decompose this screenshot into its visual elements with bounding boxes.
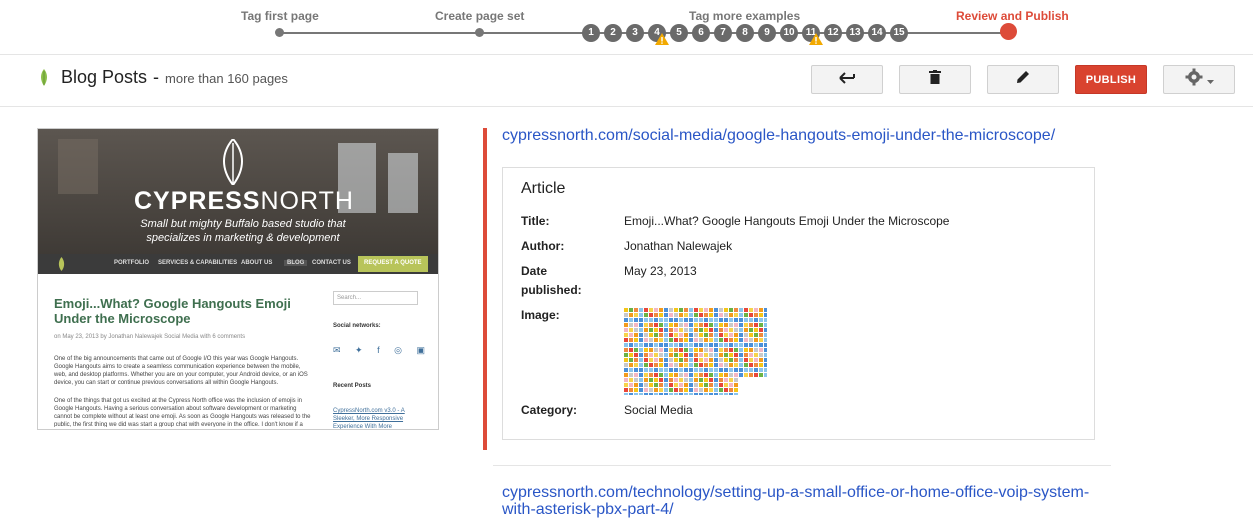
category-value: Social Media xyxy=(624,403,693,417)
edit-button[interactable] xyxy=(987,65,1059,94)
warning-icon xyxy=(809,33,823,47)
selected-indicator xyxy=(483,128,487,450)
result-divider xyxy=(493,465,1111,466)
thumbnail-post-title: Emoji...What? Google Hangouts Emoji Unde… xyxy=(54,296,291,326)
step-tag-first-page[interactable]: Tag first page xyxy=(241,9,319,23)
example-badge-14[interactable]: 14 xyxy=(868,24,886,42)
thumbnail-nav-item: CONTACT US xyxy=(312,260,351,266)
pencil-icon xyxy=(1016,70,1030,89)
thumbnail-tagline: Small but mighty Buffalo based studio th… xyxy=(140,218,346,244)
chevron-down-icon xyxy=(1206,71,1214,89)
emoji-sheet-image xyxy=(624,308,767,395)
step-dot-review-active[interactable] xyxy=(1000,23,1017,40)
example-badge-1[interactable]: 1 xyxy=(582,24,600,42)
result-url-link[interactable]: cypressnorth.com/technology/setting-up-a… xyxy=(502,484,1122,518)
title-separator: - xyxy=(153,67,160,87)
warning-icon xyxy=(655,33,669,47)
date-label: Date published: xyxy=(521,264,582,297)
example-badge-5[interactable]: 5 xyxy=(670,24,688,42)
example-badge-7[interactable]: 7 xyxy=(714,24,732,42)
example-badge-6[interactable]: 6 xyxy=(692,24,710,42)
thumbnail-hero: CYPRESSNORTH Small but mighty Buffalo ba… xyxy=(38,129,438,274)
step-review-and-publish[interactable]: Review and Publish xyxy=(956,9,1069,23)
gear-icon xyxy=(1185,68,1203,91)
page-set-title: Blog Posts - more than 160 pages xyxy=(61,67,288,88)
category-label: Category: xyxy=(521,403,578,417)
thumbnail-nav: PORTFOLIO SERVICES & CAPABILITIES ABOUT … xyxy=(38,254,438,274)
back-button[interactable] xyxy=(811,65,883,94)
wizard-progress: Tag first page Create page set Tag more … xyxy=(0,0,1253,55)
card-type: Article xyxy=(521,180,566,197)
page-set-name: Blog Posts xyxy=(61,67,148,87)
page-thumbnail[interactable]: CYPRESSNORTH Small but mighty Buffalo ba… xyxy=(37,128,439,430)
social-icons: ✉ ✦ f ◎ ▣ xyxy=(333,345,431,355)
thumbnail-social-label: Social networks: xyxy=(333,323,381,329)
page-count: more than 160 pages xyxy=(165,71,288,86)
step-dot-tag-first-page[interactable] xyxy=(275,28,284,37)
thumbnail-brand: CYPRESSNORTH xyxy=(134,187,354,215)
example-badge-10[interactable]: 10 xyxy=(780,24,798,42)
thumbnail-nav-item: SERVICES & CAPABILITIES xyxy=(158,260,238,266)
author-label: Author: xyxy=(521,239,565,253)
thumbnail-quote-button: REQUEST A QUOTE xyxy=(358,256,428,272)
thumbnail-nav-item: ABOUT US xyxy=(241,260,273,266)
thumbnail-post-meta: on May 23, 2013 by Jonathan Nalewajek So… xyxy=(54,334,246,340)
settings-button[interactable] xyxy=(1163,65,1235,94)
thumbnail-paragraph: One of the things that got us excited at… xyxy=(54,398,311,427)
example-badge-9[interactable]: 9 xyxy=(758,24,776,42)
date-value: May 23, 2013 xyxy=(624,264,697,278)
example-badge-2[interactable]: 2 xyxy=(604,24,622,42)
article-card: Article Title: Emoji...What? Google Hang… xyxy=(502,167,1095,440)
image-label: Image: xyxy=(521,308,560,322)
step-tag-more-examples[interactable]: Tag more examples xyxy=(689,9,800,23)
leaf-icon xyxy=(58,257,65,271)
cypress-leaf-logo xyxy=(223,139,243,185)
step-create-page-set[interactable]: Create page set xyxy=(435,9,524,23)
example-badge-8[interactable]: 8 xyxy=(736,24,754,42)
thumbnail-search: Search... xyxy=(333,291,418,305)
example-badge-15[interactable]: 15 xyxy=(890,24,908,42)
example-badge-13[interactable]: 13 xyxy=(846,24,864,42)
back-arrow-icon xyxy=(839,71,855,89)
trash-icon xyxy=(929,70,941,89)
example-badge-3[interactable]: 3 xyxy=(626,24,644,42)
leaf-icon xyxy=(40,69,48,86)
thumbnail-recent-item: CypressNorth.com v3.0 - A Sleeker, More … xyxy=(333,408,405,430)
thumbnail-paragraph: One of the big announcements that came o… xyxy=(54,356,308,386)
thumbnail-nav-item: PORTFOLIO xyxy=(114,260,149,266)
thumbnail-recent-label: Recent Posts xyxy=(333,383,372,389)
example-badge-12[interactable]: 12 xyxy=(824,24,842,42)
thumbnail-nav-item: BLOG xyxy=(284,260,308,266)
step-dot-create-page-set[interactable] xyxy=(475,28,484,37)
title-value: Emoji...What? Google Hangouts Emoji Unde… xyxy=(624,214,950,228)
delete-button[interactable] xyxy=(899,65,971,94)
result-url-link[interactable]: cypressnorth.com/social-media/google-han… xyxy=(502,127,1055,144)
title-label: Title: xyxy=(521,214,550,228)
publish-button[interactable]: PUBLISH xyxy=(1075,65,1147,94)
author-value: Jonathan Nalewajek xyxy=(624,239,733,253)
